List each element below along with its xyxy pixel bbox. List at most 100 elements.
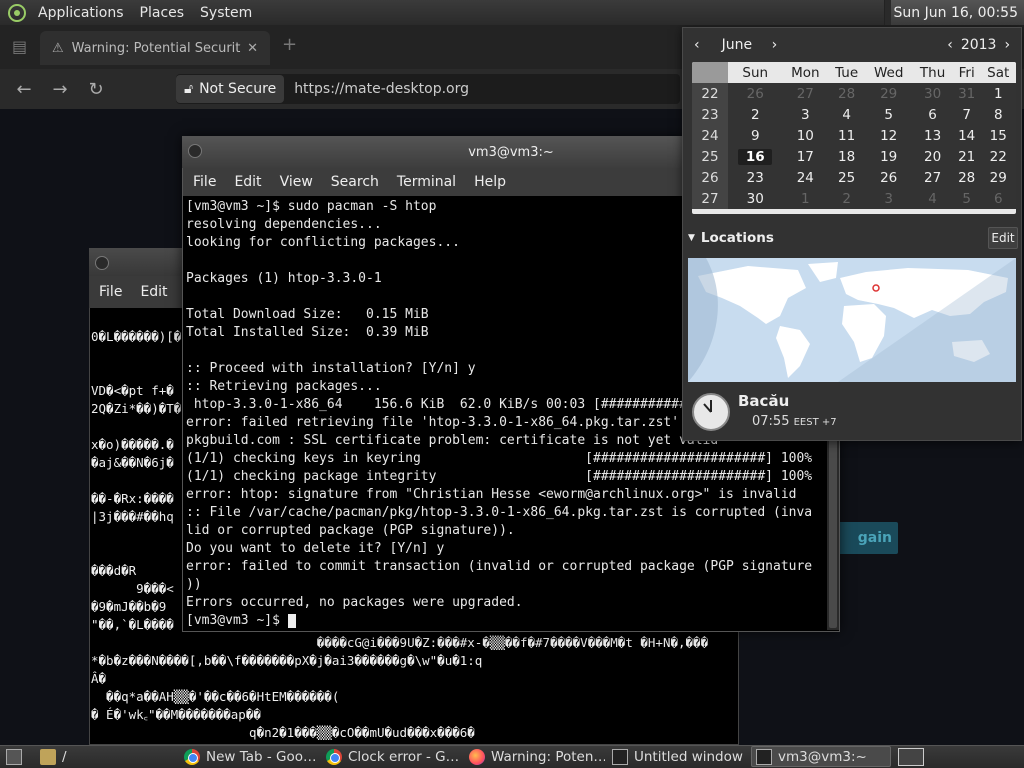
- task-chrome-newtab[interactable]: New Tab - Goo…: [180, 746, 318, 767]
- task-label: Clock error - G…: [348, 748, 458, 765]
- calendar-day[interactable]: 6: [980, 188, 1016, 209]
- calendar-day[interactable]: 26: [728, 83, 783, 104]
- url-bar[interactable]: 🔓︎ Not Secure https://mate-desktop.org: [176, 74, 680, 104]
- calendar-day[interactable]: 2: [728, 104, 783, 125]
- calendar-day[interactable]: 30: [728, 188, 783, 209]
- calendar-day-label: 13: [924, 127, 942, 144]
- calendar-day[interactable]: 30: [912, 83, 953, 104]
- calendar-day[interactable]: 27: [782, 83, 829, 104]
- calendar-day[interactable]: 21: [952, 146, 981, 167]
- menu-system[interactable]: System: [192, 5, 260, 21]
- location-name[interactable]: Bacău: [738, 392, 789, 410]
- calendar-day[interactable]: 15: [980, 125, 1016, 146]
- window-menu-icon[interactable]: [188, 144, 202, 158]
- calendar-day[interactable]: 29: [865, 83, 913, 104]
- calendar-day[interactable]: 13: [912, 125, 953, 146]
- calendar-day[interactable]: 1: [782, 188, 829, 209]
- calendar-day-label: 28: [838, 85, 856, 102]
- menu-search[interactable]: Search: [331, 174, 379, 190]
- menu-edit[interactable]: Edit: [234, 174, 261, 190]
- task-firefox-warning[interactable]: Warning: Poten…: [465, 746, 605, 767]
- calendar-day[interactable]: 26: [865, 167, 913, 188]
- analog-clock-icon: [692, 393, 730, 431]
- calendar-day[interactable]: 16: [728, 146, 783, 167]
- calendar-day[interactable]: 18: [828, 146, 866, 167]
- next-month-icon[interactable]: ›: [772, 37, 778, 53]
- prev-year-icon[interactable]: ‹: [947, 37, 953, 53]
- calendar-day[interactable]: 31: [952, 83, 981, 104]
- close-tab-icon[interactable]: ✕: [247, 41, 258, 56]
- calendar-day[interactable]: 9: [728, 125, 783, 146]
- calendar-grid[interactable]: Sun Mon Tue Wed Thu Fri Sat 22 26 27 28 29 30 31 1 23 2…: [692, 62, 1016, 214]
- task-file-manager[interactable]: /: [36, 746, 186, 767]
- menu-edit[interactable]: Edit: [140, 284, 167, 300]
- calendar-day[interactable]: 14: [952, 125, 981, 146]
- calendar-day[interactable]: 24: [782, 167, 829, 188]
- calendar-day[interactable]: 12: [865, 125, 913, 146]
- show-desktop-button[interactable]: [2, 746, 26, 767]
- terminal-line: Do you want to delete it? [Y/n] y: [186, 541, 445, 556]
- workspace-switcher[interactable]: [894, 746, 924, 767]
- menu-view[interactable]: View: [280, 174, 313, 190]
- calendar-day[interactable]: 17: [782, 146, 829, 167]
- menu-file[interactable]: File: [99, 284, 122, 300]
- calendar-day[interactable]: 28: [952, 167, 981, 188]
- calendar-day[interactable]: 19: [865, 146, 913, 167]
- locations-expander[interactable]: ▼ Locations: [688, 228, 1018, 248]
- menu-help[interactable]: Help: [474, 174, 506, 190]
- location-time: 07:55: [752, 414, 790, 429]
- calendar-day[interactable]: 5: [865, 104, 913, 125]
- calendar-day[interactable]: 23: [728, 167, 783, 188]
- url-text[interactable]: https://mate-desktop.org: [284, 81, 469, 97]
- prev-month-icon[interactable]: ‹: [694, 37, 700, 53]
- calendar-day[interactable]: 2: [828, 188, 866, 209]
- calendar-day[interactable]: 11: [828, 125, 866, 146]
- calendar-day[interactable]: 22: [980, 146, 1016, 167]
- calendar-day[interactable]: 3: [782, 104, 829, 125]
- menu-terminal[interactable]: Terminal: [397, 174, 456, 190]
- try-again-button[interactable]: gain: [830, 522, 898, 554]
- calendar-day[interactable]: 1: [980, 83, 1016, 104]
- calendar-day[interactable]: 7: [952, 104, 981, 125]
- tab-overview-icon[interactable]: ▤: [12, 37, 27, 56]
- calendar-week-row: 24 9 10 11 12 13 14 15: [692, 125, 1016, 146]
- calendar-day-label: 1: [801, 190, 810, 207]
- calendar-day[interactable]: 20: [912, 146, 953, 167]
- calendar-day-label: 28: [958, 169, 976, 186]
- new-tab-icon[interactable]: +: [282, 34, 297, 55]
- edit-locations-button[interactable]: Edit: [988, 227, 1018, 249]
- garbled-line: Â�: [91, 671, 107, 686]
- terminal-line: )): [186, 577, 202, 592]
- task-chrome-clock-error[interactable]: Clock error - G…: [322, 746, 458, 767]
- clock-applet[interactable]: Sun Jun 16, 00:55: [884, 0, 1024, 25]
- next-year-icon[interactable]: ›: [1004, 37, 1010, 53]
- not-secure-badge[interactable]: 🔓︎ Not Secure: [176, 75, 285, 103]
- reload-icon[interactable]: ↻: [78, 79, 114, 100]
- calendar-day[interactable]: 6: [912, 104, 953, 125]
- calendar-day[interactable]: 10: [782, 125, 829, 146]
- show-desktop-icon: [6, 748, 22, 765]
- forward-arrow-icon[interactable]: →: [42, 79, 78, 100]
- weekday-header: Mon: [782, 62, 829, 83]
- calendar-day[interactable]: 3: [865, 188, 913, 209]
- task-untitled-window[interactable]: Untitled window: [608, 746, 746, 767]
- calendar-day[interactable]: 29: [980, 167, 1016, 188]
- garbled-line: ��q*a��AH▒▒�'��c��6�HtEM������(: [91, 689, 340, 704]
- calendar-day[interactable]: 4: [912, 188, 953, 209]
- task-terminal-vm3[interactable]: vm3@vm3:~: [751, 746, 891, 767]
- calendar-day-label: 7: [962, 106, 971, 123]
- calendar-day[interactable]: 27: [912, 167, 953, 188]
- calendar-day[interactable]: 4: [828, 104, 866, 125]
- menu-places[interactable]: Places: [132, 5, 193, 21]
- back-arrow-icon[interactable]: ←: [6, 79, 42, 100]
- calendar-day[interactable]: 25: [828, 167, 866, 188]
- calendar-day-label: 4: [842, 106, 851, 123]
- menu-file[interactable]: File: [193, 174, 216, 190]
- calendar-day[interactable]: 28: [828, 83, 866, 104]
- garbled-line: ����cG@i���9U�Z:���#x-�▒▒��f�#7����V���M…: [91, 635, 709, 650]
- window-menu-icon[interactable]: [95, 256, 109, 270]
- menu-applications[interactable]: Applications: [30, 5, 132, 21]
- browser-tab-warning[interactable]: ⚠ Warning: Potential Security ✕: [40, 31, 270, 65]
- calendar-day[interactable]: 8: [980, 104, 1016, 125]
- calendar-day[interactable]: 5: [952, 188, 981, 209]
